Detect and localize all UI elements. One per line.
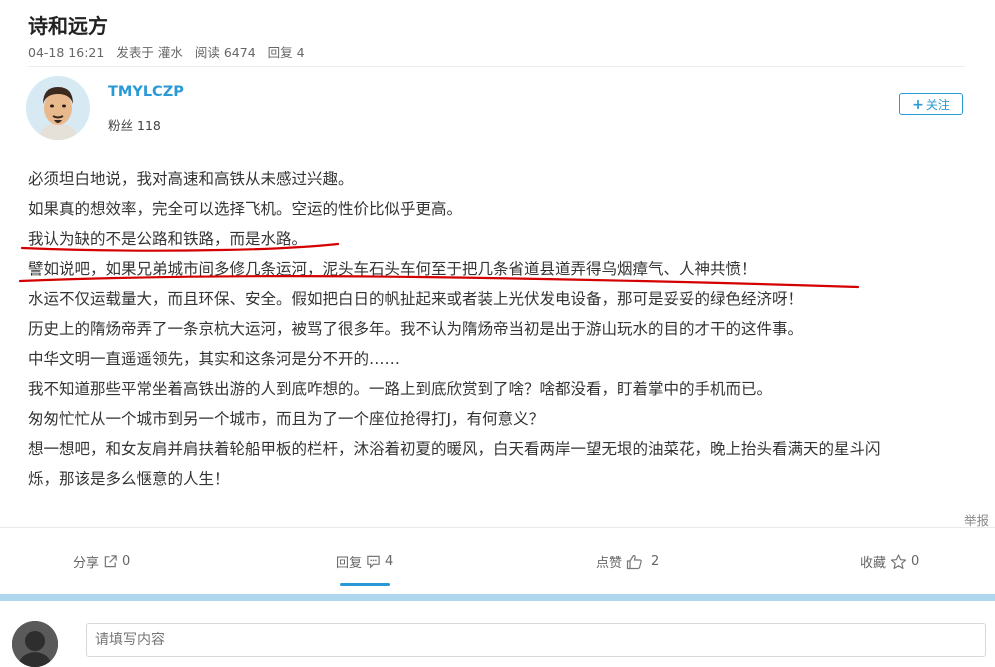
content-line: 我不知道那些平常坐着高铁出游的人到底咋想的。一路上到底欣赏到了啥？啥都没看，盯着… bbox=[28, 380, 773, 398]
favorite-button[interactable]: 收藏 0 bbox=[860, 552, 919, 571]
plus-icon: + bbox=[912, 97, 924, 113]
reply-tab-button[interactable]: 回复 4 bbox=[336, 552, 393, 571]
content-line: 烁，那该是多么惬意的人生！ bbox=[28, 470, 230, 488]
section-separator-bar bbox=[0, 594, 995, 601]
reply-count: 回复 4 bbox=[267, 45, 305, 60]
content-line: 水运不仅运载量大，而且环保、安全。假如把白日的帆扯起来或者装上光伏发电设备，那可… bbox=[28, 290, 804, 308]
thumbs-up-icon bbox=[626, 554, 642, 569]
board-link[interactable]: 灌水 bbox=[158, 45, 183, 60]
content-line: 匆匆忙忙从一个城市到另一个城市，而且为了一个座位抢得打J，有何意义？ bbox=[28, 410, 545, 428]
active-tab-indicator bbox=[340, 583, 390, 586]
reply-input[interactable] bbox=[86, 623, 986, 657]
author-fans: 粉丝 118 bbox=[108, 118, 161, 133]
author-avatar[interactable] bbox=[26, 76, 90, 140]
view-count: 阅读 6474 bbox=[194, 45, 256, 60]
post-meta: 04-18 16:21 发表于 灌水 阅读 6474 回复 4 bbox=[28, 42, 313, 61]
post-content: 必须坦白地说，我对高速和高铁从未感过兴趣。 如果真的想效率，完全可以选择飞机。空… bbox=[28, 164, 978, 494]
reply-area bbox=[0, 601, 995, 667]
content-line: 譬如说吧，如果兄弟城市间多修几条运河，泥头车石头车何至于把几条省道县道弄得乌烟瘴… bbox=[28, 260, 757, 278]
author-name[interactable]: TMYLCZP bbox=[108, 84, 184, 100]
content-divider bbox=[0, 527, 995, 528]
content-line: 必须坦白地说，我对高速和高铁从未感过兴趣。 bbox=[28, 170, 354, 188]
post-time: 04-18 16:21 bbox=[28, 45, 105, 60]
content-line: 中华文明一直遥遥领先，其实和这条河是分不开的…… bbox=[28, 350, 401, 368]
post-title: 诗和远方 bbox=[28, 14, 108, 38]
content-line: 如果真的想效率，完全可以选择飞机。空运的性价比似乎更高。 bbox=[28, 200, 463, 218]
follow-button[interactable]: + 关注 bbox=[899, 93, 963, 115]
content-line: 想一想吧，和女友肩并肩扶着轮船甲板的栏杆，沐浴着初夏的暖风，白天看两岸一望无垠的… bbox=[28, 440, 881, 458]
comment-icon bbox=[367, 555, 380, 569]
meta-divider bbox=[28, 66, 965, 67]
like-button[interactable]: 点赞 2 bbox=[596, 552, 659, 571]
current-user-avatar bbox=[12, 621, 58, 667]
share-button[interactable]: 分享 0 bbox=[73, 552, 130, 571]
star-icon bbox=[890, 553, 907, 569]
content-line: 历史上的隋炀帝弄了一条京杭大运河，被骂了很多年。我不认为隋炀帝当初是出于游山玩水… bbox=[28, 320, 804, 338]
posted-in: 发表于 灌水 bbox=[116, 45, 183, 60]
share-icon bbox=[104, 555, 117, 568]
content-line: 我认为缺的不是公路和铁路，而是水路。 bbox=[28, 230, 308, 248]
